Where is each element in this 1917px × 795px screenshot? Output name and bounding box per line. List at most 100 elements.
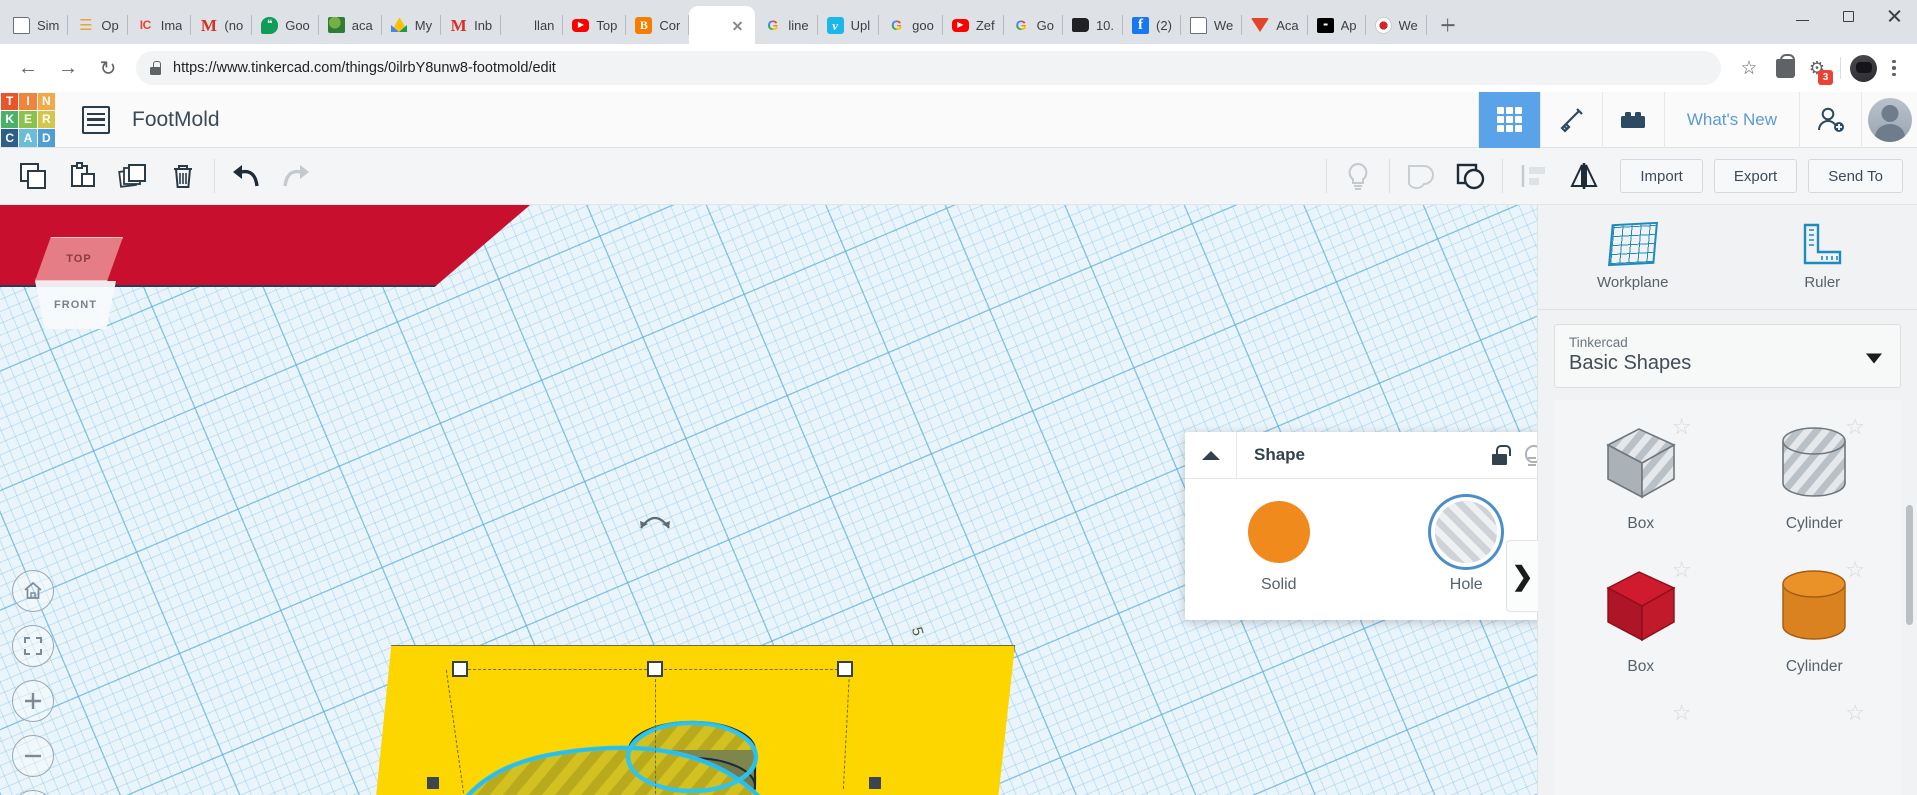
sidebar-scrollbar[interactable] bbox=[1906, 505, 1913, 625]
invite-person-icon[interactable] bbox=[1799, 91, 1861, 148]
window-close-button[interactable] bbox=[1871, 0, 1917, 32]
browser-tab[interactable]: v Upl bbox=[818, 6, 880, 44]
browser-tab[interactable]: Zef bbox=[943, 6, 1004, 44]
back-button[interactable]: ← bbox=[10, 50, 46, 86]
foot-hole-object[interactable] bbox=[430, 695, 990, 795]
mirror-button[interactable] bbox=[1559, 153, 1609, 200]
group-button[interactable] bbox=[1396, 153, 1446, 200]
3d-designs-icon[interactable] bbox=[1477, 91, 1540, 148]
reload-button[interactable]: ↻ bbox=[90, 50, 126, 86]
browser-tab[interactable]: Top bbox=[563, 6, 627, 44]
fit-to-view-button[interactable] bbox=[12, 625, 54, 667]
height-handle[interactable] bbox=[427, 777, 439, 789]
bookmark-star-icon[interactable]: ☆ bbox=[1731, 50, 1767, 86]
brick-icon[interactable] bbox=[1601, 91, 1664, 148]
browser-tab-active[interactable] bbox=[689, 6, 756, 44]
window-minimize-button[interactable] bbox=[1779, 0, 1825, 32]
close-icon[interactable] bbox=[729, 17, 746, 34]
browser-tab[interactable]: ▪▪ Ap bbox=[1308, 6, 1366, 44]
workspace: TOP FRONT 5 Shape Solid Hole ❯ Workplane… bbox=[0, 205, 1917, 795]
resize-handle[interactable] bbox=[837, 661, 853, 677]
pickaxe-icon[interactable] bbox=[1539, 91, 1602, 148]
browser-tab[interactable]: ❝ Goo bbox=[252, 6, 319, 44]
favorite-star-icon[interactable]: ☆ bbox=[1845, 700, 1865, 726]
align-button[interactable] bbox=[1509, 153, 1559, 200]
chrome-profile-avatar[interactable] bbox=[1850, 54, 1877, 82]
ungroup-button[interactable] bbox=[1446, 153, 1496, 200]
browser-tab[interactable]: M (no bbox=[191, 6, 253, 44]
shape-partial-row[interactable]: ☆ bbox=[1554, 686, 1728, 795]
paste-button[interactable] bbox=[58, 153, 108, 200]
collapse-sidebar-button[interactable]: ❯ bbox=[1506, 540, 1538, 612]
import-button[interactable]: Import bbox=[1620, 159, 1703, 193]
menu-list-icon[interactable] bbox=[82, 105, 110, 134]
browser-tab[interactable]: Sim bbox=[4, 6, 69, 44]
workplane-tool[interactable]: Workplane bbox=[1538, 205, 1728, 309]
browser-tab[interactable]: IC Ima bbox=[128, 6, 192, 44]
editor-toolbar: Import Export Send To bbox=[0, 148, 1917, 205]
height-handle[interactable] bbox=[869, 777, 881, 789]
shape-partial-row[interactable]: ☆ bbox=[1728, 686, 1902, 795]
shape-box-hole[interactable]: ☆ Box bbox=[1554, 400, 1728, 543]
browser-tab[interactable]: Aca bbox=[1242, 6, 1308, 44]
shape-box-solid[interactable]: ☆ Box bbox=[1554, 543, 1728, 686]
tinkercad-icon bbox=[698, 17, 715, 34]
zoom-in-button[interactable] bbox=[12, 680, 54, 722]
view-cube-front-face[interactable]: FRONT bbox=[35, 281, 116, 329]
view-cube-top-face[interactable]: TOP bbox=[35, 237, 123, 281]
export-button[interactable]: Export bbox=[1713, 159, 1798, 193]
undo-button[interactable] bbox=[221, 153, 271, 200]
shopping-extension-icon[interactable] bbox=[1771, 53, 1799, 82]
address-bar[interactable]: https://www.tinkercad.com/things/0ilrbY8… bbox=[136, 51, 1721, 85]
solid-option-label: Solid bbox=[1260, 576, 1297, 593]
shape-panel-header: Shape bbox=[1185, 431, 1537, 479]
extensions-icon[interactable]: ⚙ 3 bbox=[1803, 54, 1833, 85]
copy-button[interactable] bbox=[8, 153, 58, 200]
duplicate-button[interactable] bbox=[108, 153, 158, 200]
redo-button[interactable] bbox=[271, 153, 321, 200]
browser-tab[interactable]: 10. bbox=[1063, 6, 1124, 44]
window-maximize-button[interactable] bbox=[1825, 0, 1871, 32]
google-icon: G bbox=[764, 17, 781, 34]
zoom-out-button[interactable] bbox=[12, 735, 54, 777]
new-tab-button[interactable] bbox=[1433, 10, 1463, 40]
delete-button[interactable] bbox=[158, 153, 208, 200]
user-avatar[interactable] bbox=[1861, 91, 1917, 148]
browser-tab[interactable]: llan bbox=[501, 6, 564, 44]
browser-tab[interactable]: ☰ Op bbox=[68, 6, 128, 44]
browser-tab[interactable]: f (2) bbox=[1123, 6, 1181, 44]
shape-cylinder-solid[interactable]: ☆ Cylinder bbox=[1728, 543, 1902, 686]
browser-tab[interactable]: We bbox=[1181, 6, 1243, 44]
home-view-button[interactable] bbox=[12, 570, 54, 612]
forward-button[interactable]: → bbox=[50, 50, 86, 86]
shape-library-dropdown[interactable]: Tinkercad Basic Shapes bbox=[1554, 324, 1901, 388]
browser-tab[interactable]: My bbox=[382, 6, 442, 44]
tinkercad-logo-icon[interactable]: T I N K E R C A D bbox=[0, 92, 56, 148]
shape-label: Cylinder bbox=[1785, 515, 1843, 532]
opera-icon bbox=[1374, 16, 1392, 34]
resize-handle[interactable] bbox=[647, 661, 663, 677]
solid-option[interactable]: Solid bbox=[1185, 501, 1373, 594]
browser-tab[interactable]: B Cor bbox=[626, 6, 690, 44]
light-bulb-icon[interactable] bbox=[1524, 444, 1537, 466]
rotate-handle-icon[interactable] bbox=[638, 510, 672, 530]
favorite-star-icon[interactable]: ☆ bbox=[1672, 700, 1692, 726]
browser-tab[interactable]: M Inb bbox=[441, 6, 502, 44]
browser-tab[interactable]: Ggoo bbox=[879, 6, 943, 44]
browser-tab[interactable]: We bbox=[1366, 6, 1427, 44]
browser-tab[interactable]: G Go bbox=[1004, 6, 1063, 44]
chrome-menu-icon[interactable] bbox=[1881, 59, 1907, 77]
whats-new-link[interactable]: What's New bbox=[1663, 91, 1799, 148]
send-to-button[interactable]: Send To bbox=[1808, 159, 1903, 193]
collapse-panel-button[interactable] bbox=[1185, 431, 1237, 479]
light-bulb-button[interactable] bbox=[1333, 153, 1383, 200]
resize-handle[interactable] bbox=[452, 661, 468, 677]
browser-tab[interactable]: aca bbox=[319, 6, 382, 44]
tab-title: (no bbox=[224, 17, 244, 33]
browser-tab[interactable]: Gline bbox=[755, 6, 818, 44]
3d-canvas[interactable]: TOP FRONT 5 Shape Solid Hole bbox=[0, 205, 1537, 795]
shape-cylinder-hole[interactable]: ☆ Cylinder bbox=[1728, 400, 1902, 543]
ruler-tool[interactable]: Ruler bbox=[1728, 205, 1917, 309]
view-cube[interactable]: TOP FRONT bbox=[35, 237, 123, 329]
unlock-icon[interactable] bbox=[1491, 444, 1511, 465]
